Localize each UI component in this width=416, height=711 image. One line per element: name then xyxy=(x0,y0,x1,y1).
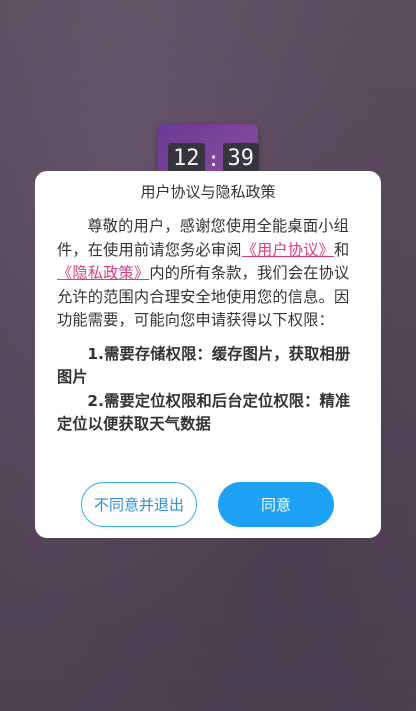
privacy-policy-link[interactable]: 《隐私政策》 xyxy=(57,264,149,282)
privacy-dialog: 用户协议与隐私政策 尊敬的用户，感谢您使用全能桌面小组件，在使用前请您务必审阅《… xyxy=(35,171,381,538)
dialog-title: 用户协议与隐私政策 xyxy=(140,183,276,201)
permission-location: 2.需要定位权限和后台定位权限：精准定位以便获取天气数据 xyxy=(57,391,351,434)
clock-separator: : xyxy=(207,147,220,171)
user-agreement-link[interactable]: 《用户协议》 xyxy=(242,241,334,259)
permission-storage: 1.需要存储权限：缓存图片，获取相册图片 xyxy=(57,344,351,387)
agree-button[interactable]: 同意 xyxy=(218,482,334,527)
and-text: 和 xyxy=(333,240,350,259)
intro-paragraph: 尊敬的用户，感谢您使用全能桌面小组件，在使用前请您务必审阅《用户协议》和《隐私政… xyxy=(57,215,359,333)
disagree-exit-button[interactable]: 不同意并退出 xyxy=(81,482,197,527)
dialog-content: 尊敬的用户，感谢您使用全能桌面小组件，在使用前请您务必审阅《用户协议》和《隐私政… xyxy=(57,215,359,437)
